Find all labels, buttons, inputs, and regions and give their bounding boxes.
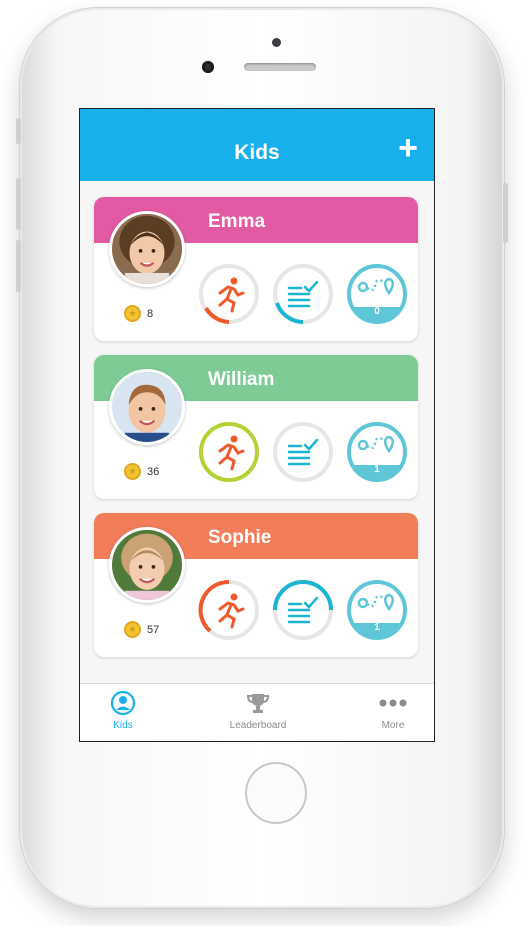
app-screen: Kids + Emma ★ 8 0 William ★ 36 1 Sophie … (79, 108, 435, 742)
coin-icon: ★ (124, 305, 141, 322)
activity-ring[interactable] (198, 263, 260, 325)
tasks-ring[interactable] (272, 421, 334, 483)
coin-count: ★ 36 (124, 463, 159, 480)
location-ring[interactable]: 0 (346, 263, 408, 325)
coin-count: ★ 57 (124, 621, 159, 638)
tab-more[interactable]: More (338, 690, 434, 731)
avatar[interactable] (109, 211, 185, 287)
coin-value: 8 (147, 307, 154, 320)
person-circle-icon (80, 690, 178, 716)
trophy-icon (203, 690, 313, 716)
bottom-tab-bar: Kids Leaderboard More (80, 683, 434, 741)
add-kid-button[interactable]: + (398, 131, 418, 165)
tasks-ring[interactable] (272, 579, 334, 641)
avatar[interactable] (109, 527, 185, 603)
volume-up-button (16, 178, 21, 230)
location-count: 1 (374, 622, 380, 633)
coin-value: 57 (147, 623, 160, 636)
kid-card-sophie[interactable]: Sophie ★ 57 1 (94, 513, 418, 657)
mute-switch (16, 118, 21, 144)
coin-icon: ★ (124, 621, 141, 638)
tasks-ring[interactable] (272, 263, 334, 325)
location-ring[interactable]: 1 (346, 579, 408, 641)
tab-label: Kids (113, 720, 133, 731)
coin-count: ★ 8 (124, 305, 153, 322)
front-camera (202, 61, 214, 73)
location-count: 1 (374, 464, 380, 475)
tab-label: Leaderboard (229, 720, 287, 731)
power-button (503, 183, 508, 243)
more-dots-icon (338, 690, 434, 716)
kid-card-emma[interactable]: Emma ★ 8 0 (94, 197, 418, 341)
coin-value: 36 (147, 465, 160, 478)
activity-ring[interactable] (198, 579, 260, 641)
location-count: 0 (374, 306, 380, 317)
tab-label: More (381, 720, 405, 731)
coin-icon: ★ (124, 463, 141, 480)
earpiece-speaker (244, 63, 316, 71)
volume-down-button (16, 240, 21, 292)
kid-name: Emma (208, 211, 266, 232)
tab-kids[interactable]: Kids (80, 690, 178, 731)
home-button[interactable] (245, 762, 307, 824)
location-ring[interactable]: 1 (346, 421, 408, 483)
page-title: Kids (234, 141, 280, 164)
camera-dot (272, 38, 281, 47)
activity-ring[interactable] (198, 421, 260, 483)
kids-list: Emma ★ 8 0 William ★ 36 1 Sophie ★ 57 1 (94, 197, 418, 671)
tab-leaderboard[interactable]: Leaderboard (203, 690, 313, 731)
kid-card-william[interactable]: William ★ 36 1 (94, 355, 418, 499)
avatar[interactable] (109, 369, 185, 445)
kid-name: William (208, 369, 275, 390)
app-header: Kids + (80, 109, 434, 181)
kid-name: Sophie (208, 527, 272, 548)
